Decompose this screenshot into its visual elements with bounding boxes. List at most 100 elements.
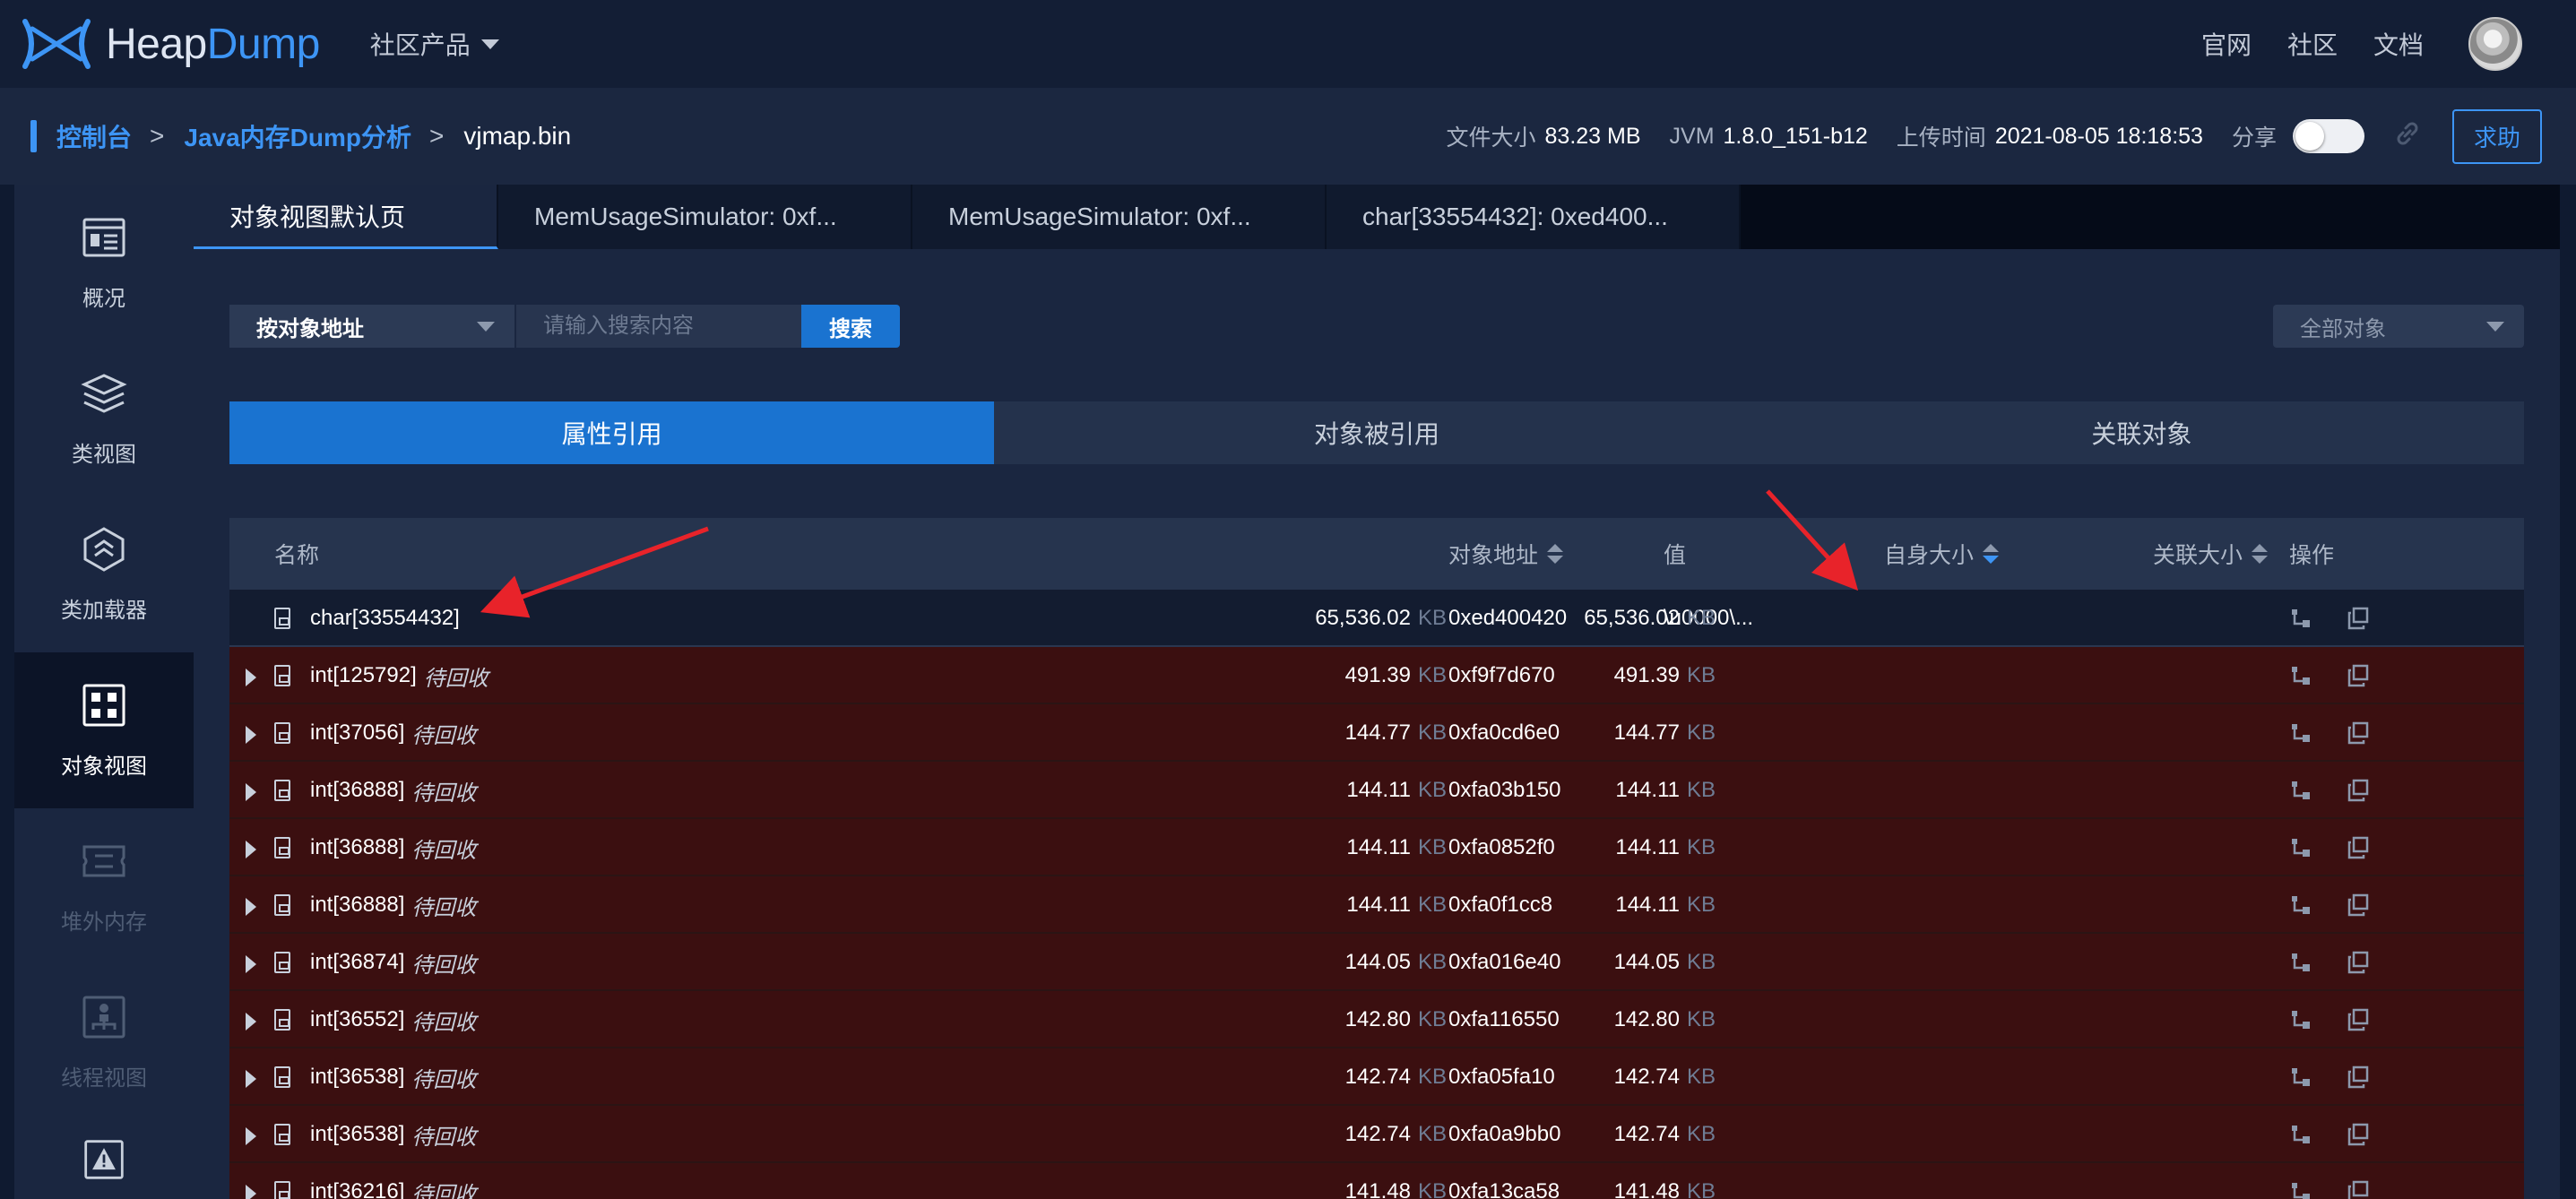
search-button[interactable]: 搜索 [801, 305, 900, 348]
tree-view-icon[interactable] [2289, 876, 2312, 934]
tree-view-icon[interactable] [2289, 590, 2312, 647]
copy-icon[interactable] [2347, 1106, 2370, 1163]
table-row[interactable]: int[36538] 待回收 0xfa0a9bb0 142.74 KB 142.74 KB [229, 1106, 2524, 1163]
header-value-label: 值 [1664, 543, 1687, 568]
expand-icon[interactable] [246, 669, 256, 686]
table-row[interactable]: int[36888] 待回收 0xfa03b150 144.11 KB 144.11 KB [229, 762, 2524, 819]
jvm-value: 1.8.0_151-b12 [1723, 123, 1868, 149]
expand-icon[interactable] [246, 898, 256, 916]
copy-icon[interactable] [2347, 704, 2370, 762]
tab-mem-usage-1[interactable]: MemUsageSimulator: 0xf... [498, 185, 912, 249]
tab-related-objects[interactable]: 关联对象 [1759, 401, 2524, 464]
expand-icon[interactable] [246, 1013, 256, 1031]
nav-right: 官网 社区 文档 [2201, 0, 2522, 88]
row-name[interactable]: int[36538] 待回收 [310, 1048, 476, 1106]
copy-icon[interactable] [2347, 590, 2370, 647]
row-self-size: 65,536.02 KB [1315, 590, 1447, 647]
help-button[interactable]: 求助 [2451, 108, 2542, 164]
expand-icon[interactable] [246, 783, 256, 801]
sidebar-item-classloader[interactable]: 类加载器 [14, 496, 194, 652]
row-address: 0xfa05fa10 [1448, 1065, 1555, 1089]
tree-view-icon[interactable] [2289, 819, 2312, 876]
table-row[interactable]: int[36888] 待回收 0xfa0f1cc8 144.11 KB 144.11 KB [229, 876, 2524, 934]
table-row[interactable]: int[37056] 待回收 0xfa0cd6e0 144.77 KB 144.77 KB [229, 704, 2524, 762]
row-name[interactable]: int[125792] 待回收 [310, 647, 488, 704]
size-unit: KB [1686, 1007, 1716, 1031]
tab-object-default[interactable]: 对象视图默认页 [194, 185, 498, 249]
row-name[interactable]: char[33554432] [310, 590, 460, 647]
chevron-down-icon [480, 39, 499, 49]
expand-icon[interactable] [246, 1127, 256, 1145]
tab-char-array[interactable]: char[33554432]: 0xed400... [1327, 185, 1741, 249]
search-by-select[interactable]: 按对象地址 [229, 305, 514, 348]
header-value: 值 [1664, 538, 1686, 570]
copy-icon[interactable] [2347, 762, 2370, 819]
row-name-text: int[36552] [310, 1007, 405, 1031]
tree-view-icon[interactable] [2289, 1048, 2312, 1106]
table-row[interactable]: int[36874] 待回收 0xfa016e40 144.05 KB 144.05 KB [229, 934, 2524, 991]
row-self-size-value: 142.80 [1344, 1007, 1411, 1031]
table-row[interactable]: int[36538] 待回收 0xfa05fa10 142.74 KB 142.74 KB [229, 1048, 2524, 1106]
expand-icon[interactable] [246, 1070, 256, 1088]
row-name[interactable]: int[36888] 待回收 [310, 876, 476, 934]
link-icon[interactable] [2391, 117, 2424, 156]
table-row[interactable]: char[33554432] 0xed400420 \u0000\... 65,536… [229, 590, 2524, 647]
copy-icon[interactable] [2347, 991, 2370, 1048]
table-row[interactable]: int[125792] 待回收 0xf9f7d670 491.39 KB 491.39 KB [229, 647, 2524, 704]
row-name[interactable]: int[36216] 待回收 [310, 1163, 476, 1199]
layers-icon [81, 373, 127, 413]
expand-icon[interactable] [246, 1185, 256, 1199]
row-name[interactable]: int[36538] 待回收 [310, 1106, 476, 1163]
tree-view-icon[interactable] [2289, 647, 2312, 704]
copy-icon[interactable] [2347, 819, 2370, 876]
share-toggle[interactable] [2292, 119, 2364, 153]
row-name[interactable]: int[36888] 待回收 [310, 762, 476, 819]
row-name[interactable]: int[36888] 待回收 [310, 819, 476, 876]
tab-referenced-by[interactable]: 对象被引用 [994, 401, 1759, 464]
breadcrumb-java-dump[interactable]: Java内存Dump分析 [184, 118, 411, 154]
sidebar-item-class-view[interactable]: 类视图 [14, 341, 194, 496]
table-row[interactable]: int[36888] 待回收 0xfa0852f0 144.11 KB 144.11 KB [229, 819, 2524, 876]
sidebar-item-warning[interactable] [14, 1120, 194, 1199]
row-retained-size-value: 142.80 [1613, 1007, 1680, 1031]
copy-icon[interactable] [2347, 934, 2370, 991]
row-name[interactable]: int[37056] 待回收 [310, 704, 476, 762]
table-row[interactable]: int[36552] 待回收 0xfa116550 142.80 KB 142.80 KB [229, 991, 2524, 1048]
nav-link-official[interactable]: 官网 [2201, 26, 2252, 62]
expand-icon[interactable] [246, 726, 256, 744]
expand-icon[interactable] [246, 955, 256, 973]
header-retained-size[interactable]: 关联大小 [2153, 538, 2269, 570]
expand-icon[interactable] [246, 841, 256, 858]
sidebar-item-object-view[interactable]: 对象视图 [14, 652, 194, 808]
copy-icon[interactable] [2347, 647, 2370, 704]
product-menu[interactable]: 社区产品 [370, 26, 499, 62]
tab-field-references[interactable]: 属性引用 [229, 401, 995, 464]
sidebar-item-offheap[interactable]: 堆外内存 [14, 808, 194, 964]
object-icon [274, 780, 290, 801]
tree-view-icon[interactable] [2289, 991, 2312, 1048]
row-name[interactable]: int[36874] 待回收 [310, 934, 476, 991]
tree-view-icon[interactable] [2289, 762, 2312, 819]
search-input[interactable] [514, 305, 801, 348]
tree-view-icon[interactable] [2289, 704, 2312, 762]
copy-icon[interactable] [2347, 876, 2370, 934]
breadcrumb-console[interactable]: 控制台 [56, 118, 132, 154]
tree-view-icon[interactable] [2289, 1106, 2312, 1163]
table-row[interactable]: int[36216] 待回收 0xfa13ca58 141.48 KB 141.48 KB [229, 1163, 2524, 1199]
row-name[interactable]: int[36552] 待回收 [310, 991, 476, 1048]
object-filter-select[interactable]: 全部对象 [2273, 305, 2524, 348]
tree-view-icon[interactable] [2289, 934, 2312, 991]
copy-icon[interactable] [2347, 1163, 2370, 1199]
header-self-size[interactable]: 自身大小 [1884, 538, 2000, 570]
tree-view-icon[interactable] [2289, 1163, 2312, 1199]
tab-mem-usage-2[interactable]: MemUsageSimulator: 0xf... [912, 185, 1327, 249]
nav-link-community[interactable]: 社区 [2287, 26, 2338, 62]
sidebar-item-thread-view[interactable]: 线程视图 [14, 964, 194, 1120]
avatar[interactable] [2468, 17, 2522, 71]
header-address[interactable]: 对象地址 [1448, 538, 1564, 570]
logo[interactable]: HeapDump [20, 16, 320, 72]
sidebar-item-overview[interactable]: 概况 [14, 185, 194, 341]
copy-icon[interactable] [2347, 1048, 2370, 1106]
row-self-size-value: 144.11 [1346, 778, 1411, 802]
nav-link-docs[interactable]: 文档 [2373, 26, 2424, 62]
